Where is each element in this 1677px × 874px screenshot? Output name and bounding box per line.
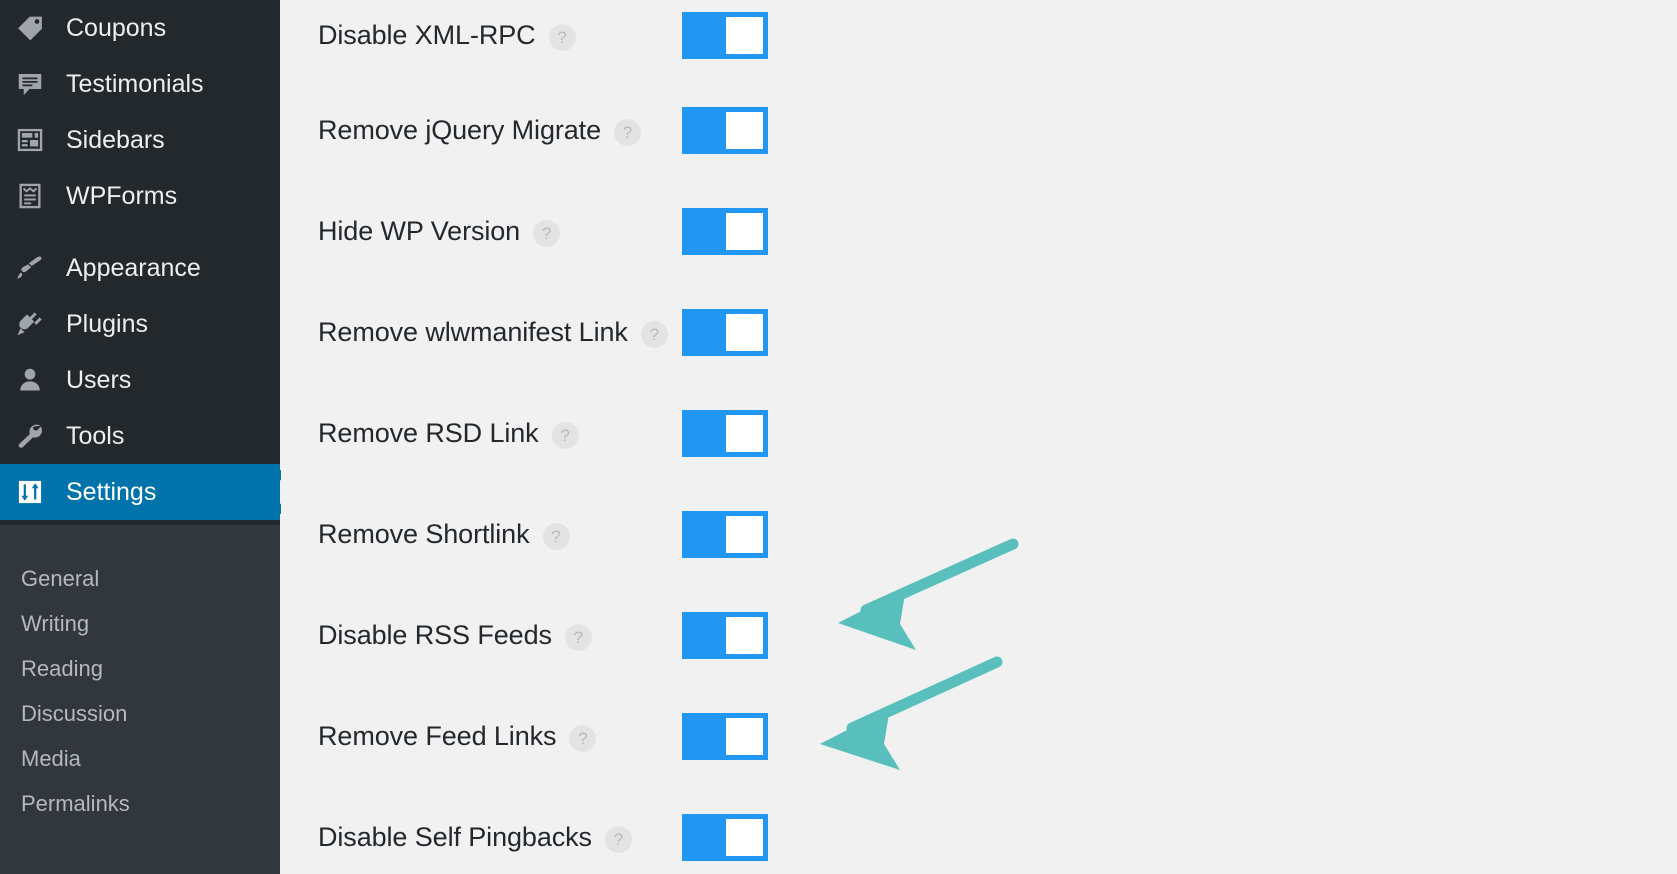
help-icon[interactable]: ? bbox=[604, 826, 632, 853]
setting-label-wrap: Remove jQuery Migrate ? bbox=[318, 115, 641, 146]
toggle-knob bbox=[726, 617, 763, 654]
sidebar-item-label: Users bbox=[66, 365, 132, 394]
paintbrush-icon bbox=[14, 252, 46, 284]
sidebar-item-appearance[interactable]: Appearance bbox=[0, 240, 280, 296]
toggle-knob bbox=[726, 415, 763, 452]
setting-label-wrap: Remove wlwmanifest Link ? bbox=[318, 317, 668, 348]
toggle-switch[interactable] bbox=[682, 208, 768, 255]
toggle-knob bbox=[726, 718, 763, 755]
toggle-switch[interactable] bbox=[682, 410, 768, 457]
sidebar-item-label: Settings bbox=[66, 477, 157, 506]
setting-label: Remove wlwmanifest Link bbox=[318, 317, 628, 347]
toggle-switch[interactable] bbox=[682, 511, 768, 558]
setting-label: Remove RSD Link bbox=[318, 418, 539, 448]
toggle-switch[interactable] bbox=[682, 309, 768, 356]
sidebar-subitem-media[interactable]: Media bbox=[0, 736, 280, 781]
sidebar-subitem-general[interactable]: General bbox=[0, 556, 280, 601]
setting-row: Remove jQuery Migrate ? bbox=[280, 83, 1677, 178]
setting-label-wrap: Remove RSD Link ? bbox=[318, 418, 579, 449]
sidebar-item-label: Appearance bbox=[66, 253, 201, 282]
sidebar-subitem-reading[interactable]: Reading bbox=[0, 646, 280, 691]
toggle-knob bbox=[726, 17, 763, 54]
sidebar-subitem-permalinks[interactable]: Permalinks bbox=[0, 781, 280, 826]
clipboard-form-icon bbox=[14, 180, 46, 212]
sidebar-item-label: Plugins bbox=[66, 309, 148, 338]
setting-row: Remove wlwmanifest Link ? bbox=[280, 285, 1677, 380]
toggle-switch[interactable] bbox=[682, 713, 768, 760]
setting-label-wrap: Remove Shortlink ? bbox=[318, 519, 570, 550]
setting-label-wrap: Disable RSS Feeds ? bbox=[318, 620, 592, 651]
sidebar-subitem-label: General bbox=[21, 565, 100, 591]
sidebar-item-plugins[interactable]: Plugins bbox=[0, 296, 280, 352]
toggle-knob bbox=[726, 213, 763, 250]
help-icon[interactable]: ? bbox=[640, 321, 668, 348]
active-menu-pointer-icon bbox=[259, 470, 281, 514]
help-icon[interactable]: ? bbox=[533, 220, 561, 247]
sidebar-item-label: Testimonials bbox=[66, 69, 204, 98]
toggle-switch[interactable] bbox=[682, 107, 768, 154]
help-icon[interactable]: ? bbox=[542, 523, 570, 550]
setting-label-wrap: Hide WP Version ? bbox=[318, 216, 561, 247]
setting-label: Remove Shortlink bbox=[318, 519, 530, 549]
toggle-knob bbox=[726, 516, 763, 553]
sidebar-item-coupons[interactable]: Coupons bbox=[0, 0, 280, 56]
sidebar-item-sidebars[interactable]: Sidebars bbox=[0, 112, 280, 168]
tag-icon bbox=[14, 12, 46, 44]
setting-label: Remove jQuery Migrate bbox=[318, 115, 601, 145]
setting-label: Disable XML-RPC bbox=[318, 20, 536, 50]
sidebar-subitem-discussion[interactable]: Discussion bbox=[0, 691, 280, 736]
toggle-switch[interactable] bbox=[682, 814, 768, 861]
setting-label: Hide WP Version bbox=[318, 216, 521, 246]
setting-label: Disable RSS Feeds bbox=[318, 620, 552, 650]
setting-row: Disable XML-RPC ? bbox=[280, 0, 1677, 83]
layout-icon bbox=[14, 124, 46, 156]
sidebar-item-label: Tools bbox=[66, 421, 125, 450]
setting-row: Disable Self Pingbacks ? bbox=[280, 790, 1677, 874]
sidebar-item-label: Coupons bbox=[66, 13, 167, 42]
help-icon[interactable]: ? bbox=[569, 725, 597, 752]
help-icon[interactable]: ? bbox=[614, 119, 641, 146]
sidebar-subitem-label: Writing bbox=[21, 610, 90, 636]
wordpress-admin-screen: Coupons Testimonials Sidebars WPForms Ap… bbox=[0, 0, 1677, 874]
settings-sliders-icon bbox=[14, 476, 46, 508]
help-icon[interactable]: ? bbox=[548, 24, 576, 51]
user-icon bbox=[14, 364, 46, 396]
sidebar-subitem-label: Media bbox=[21, 745, 81, 771]
plug-icon bbox=[14, 308, 46, 340]
setting-row: Remove RSD Link ? bbox=[280, 386, 1677, 481]
setting-row: Disable RSS Feeds ? bbox=[280, 588, 1677, 683]
help-icon[interactable]: ? bbox=[551, 422, 579, 449]
help-icon[interactable]: ? bbox=[564, 624, 592, 651]
sidebar-subitem-label: Permalinks bbox=[21, 790, 130, 816]
sidebar-item-wpforms[interactable]: WPForms bbox=[0, 168, 280, 224]
toggle-switch[interactable] bbox=[682, 612, 768, 659]
sidebar-item-users[interactable]: Users bbox=[0, 352, 280, 408]
setting-label-wrap: Disable Self Pingbacks ? bbox=[318, 822, 632, 853]
setting-row: Remove Feed Links ? bbox=[280, 689, 1677, 784]
toggle-knob bbox=[726, 314, 763, 351]
admin-sidebar: Coupons Testimonials Sidebars WPForms Ap… bbox=[0, 0, 281, 874]
setting-row: Hide WP Version ? bbox=[280, 184, 1677, 279]
toggle-knob bbox=[726, 112, 763, 149]
setting-label: Remove Feed Links bbox=[318, 721, 557, 751]
sidebar-item-settings[interactable]: Settings bbox=[0, 464, 281, 520]
wrench-icon bbox=[14, 420, 46, 452]
sidebar-subitem-label: Discussion bbox=[21, 700, 128, 726]
sidebar-item-label: Sidebars bbox=[66, 125, 165, 154]
settings-panel: Disable XML-RPC ? Remove jQuery Migrate … bbox=[280, 0, 1677, 874]
sidebar-subitem-writing[interactable]: Writing bbox=[0, 601, 280, 646]
setting-row: Remove Shortlink ? bbox=[280, 487, 1677, 582]
sidebar-item-label: WPForms bbox=[66, 181, 178, 210]
setting-label-wrap: Remove Feed Links ? bbox=[318, 721, 597, 752]
setting-label-wrap: Disable XML-RPC ? bbox=[318, 20, 576, 51]
settings-submenu: General Writing Reading Discussion Media… bbox=[0, 556, 280, 826]
setting-label: Disable Self Pingbacks bbox=[318, 822, 592, 852]
toggle-switch[interactable] bbox=[682, 12, 768, 59]
sidebar-item-testimonials[interactable]: Testimonials bbox=[0, 56, 280, 112]
sidebar-subitem-label: Reading bbox=[21, 655, 103, 681]
sidebar-item-tools[interactable]: Tools bbox=[0, 408, 280, 464]
toggle-knob bbox=[726, 819, 763, 856]
speech-bubble-icon bbox=[14, 68, 46, 100]
